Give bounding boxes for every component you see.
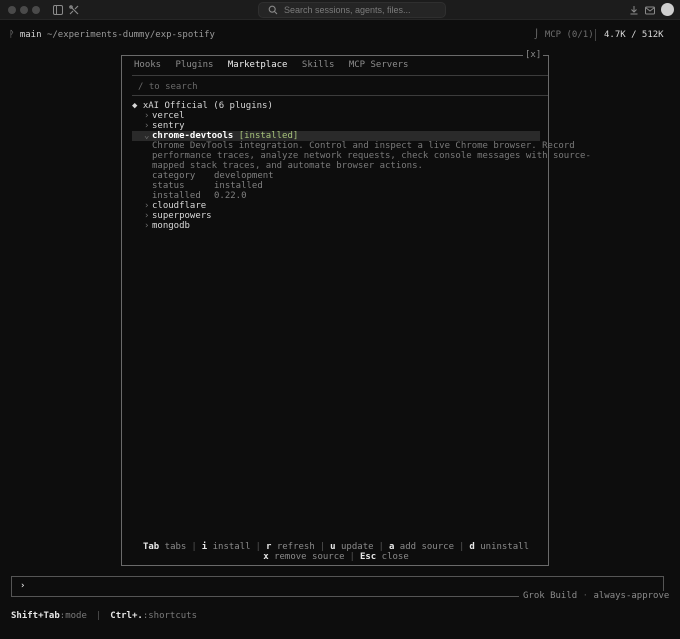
- plugin-name: sentry: [152, 121, 185, 131]
- shortcut-key: a: [388, 542, 395, 552]
- plugin-item-chrome-devtools[interactable]: ⌄ chrome-devtools [installed]: [132, 131, 540, 141]
- plugin-description: mapped stack traces, and automate browse…: [152, 161, 423, 171]
- plugin-item-cloudflare[interactable]: › cloudflare: [132, 201, 540, 211]
- shortcut-label: install: [212, 542, 251, 552]
- approval-mode: always-approve: [593, 591, 670, 601]
- detail-key: category: [152, 171, 196, 181]
- tools-icon[interactable]: [68, 4, 80, 16]
- shortcut-key: u: [330, 542, 336, 552]
- plugin-item-vercel[interactable]: › vercel: [132, 111, 540, 121]
- project-path: ~/experiments-dummy/exp-spotify: [46, 30, 215, 40]
- shortcut-label: uninstall: [480, 542, 530, 552]
- window-titlebar: Search sessions, agents, files...: [0, 0, 680, 20]
- shortcut-row: x remove source | Esc close: [263, 552, 409, 562]
- plugin-description: Chrome DevTools integration. Control and…: [152, 141, 575, 151]
- plugin-detail-status: status installed: [132, 181, 540, 191]
- shortcut-label: remove source: [274, 552, 345, 562]
- plugin-group-header[interactable]: ◆ xAI Official (6 plugins): [132, 101, 540, 111]
- tab-marketplace[interactable]: Marketplace: [228, 60, 288, 70]
- search-filter-input[interactable]: / to search: [138, 82, 198, 92]
- detail-value: installed: [214, 181, 263, 191]
- search-sessions-input[interactable]: Search sessions, agents, files...: [258, 2, 446, 18]
- tab-skills[interactable]: Skills: [302, 60, 335, 70]
- search-icon: [268, 5, 278, 15]
- shortcut-key: x: [263, 552, 269, 562]
- plugin-item-mongodb[interactable]: › mongodb: [132, 221, 540, 231]
- sidebar-toggle-icon[interactable]: [52, 4, 64, 16]
- plugin-name: mongodb: [152, 221, 190, 231]
- inbox-icon[interactable]: [644, 4, 656, 16]
- plugin-list: ◆ xAI Official (6 plugins) › vercel › sent…: [132, 101, 591, 231]
- filter-divider: [132, 95, 548, 96]
- git-branch-icon: ᚹ: [9, 30, 15, 40]
- shortcut-label: refresh: [276, 542, 315, 552]
- shortcut-label: close: [381, 552, 409, 562]
- shortcut-row: Tab tabs | i install | r refresh | u update | a …: [142, 542, 530, 552]
- minimize-window-dot[interactable]: [20, 6, 28, 14]
- detail-key: installed: [152, 191, 201, 201]
- zoom-window-dot[interactable]: [32, 6, 40, 14]
- detail-value: 0.22.0: [214, 191, 247, 201]
- chevron-down-icon: ⌄: [144, 131, 150, 141]
- download-icon[interactable]: [628, 4, 640, 16]
- shortcuts-label: :shortcuts: [142, 611, 197, 621]
- chevron-right-icon: ›: [144, 121, 150, 131]
- plugin-name: vercel: [152, 111, 185, 121]
- shortcut-label: tabs: [164, 542, 187, 552]
- diamond-icon: ◆: [132, 101, 138, 111]
- shortcut-key: Esc: [359, 552, 377, 562]
- prompt-caret-icon: ›: [20, 581, 26, 591]
- shortcut-label: update: [341, 542, 374, 552]
- plugin-item-superpowers[interactable]: › superpowers: [132, 211, 540, 221]
- mcp-icon: ⌡: [534, 30, 540, 40]
- avatar[interactable]: [661, 3, 674, 16]
- mode-label: :mode: [59, 611, 87, 621]
- token-usage: 4.7K / 512K: [604, 30, 664, 40]
- installed-badge: [installed]: [238, 131, 299, 141]
- branch-name: main: [19, 30, 42, 40]
- plugin-name: cloudflare: [152, 201, 207, 211]
- shortcut-key: i: [201, 542, 208, 552]
- build-separator: ·: [582, 591, 589, 601]
- shortcuts-key: Ctrl+.: [110, 611, 143, 621]
- chevron-right-icon: ›: [144, 221, 150, 231]
- detail-key: status: [152, 181, 185, 191]
- search-placeholder: Search sessions, agents, files...: [284, 5, 411, 15]
- plugin-name: superpowers: [152, 211, 212, 221]
- tabs-divider: [132, 75, 548, 76]
- plugins-modal: Hooks Plugins Marketplace Skills MCP Ser…: [121, 55, 591, 566]
- mcp-count: MCP (0/1): [544, 30, 594, 40]
- plugin-detail-installed: installed 0.22.0: [132, 191, 540, 201]
- detail-value: development: [214, 171, 274, 181]
- tab-hooks[interactable]: Hooks: [134, 60, 161, 70]
- build-mode-label: Grok Build · always-approve: [519, 591, 674, 601]
- branch-status: ᚹ main ~/experiments-dummy/exp-spotify: [9, 30, 215, 40]
- build-name: Grok Build: [523, 591, 578, 601]
- chevron-right-icon: ›: [144, 211, 150, 221]
- status-divider: [595, 29, 596, 41]
- plugin-item-sentry[interactable]: › sentry: [132, 121, 540, 131]
- close-window-dot[interactable]: [8, 6, 16, 14]
- modal-close-button[interactable]: [x]: [523, 50, 544, 60]
- shortcut-key: r: [265, 542, 272, 552]
- plugin-description: performance traces, analyze network requ…: [152, 151, 591, 161]
- shortcut-key: Tab: [142, 542, 160, 552]
- group-label: xAI Official (6 plugins): [142, 101, 273, 111]
- modal-tabs: Hooks Plugins Marketplace Skills MCP Ser…: [134, 60, 417, 72]
- plugin-name: chrome-devtools: [152, 131, 234, 141]
- shortcut-footer: Tab tabs | i install | r refresh | u update | a …: [122, 542, 550, 562]
- shortcut-key: d: [469, 542, 475, 552]
- chevron-right-icon: ›: [144, 111, 150, 121]
- tab-mcp-servers[interactable]: MCP Servers: [349, 60, 409, 70]
- shortcut-label: add source: [399, 542, 454, 552]
- chevron-right-icon: ›: [144, 201, 150, 211]
- mode-key: Shift+Tab: [11, 611, 60, 621]
- bottom-hints: Shift+Tab:mode | Ctrl+.:shortcuts: [11, 611, 197, 621]
- tab-plugins[interactable]: Plugins: [176, 60, 214, 70]
- mcp-status[interactable]: ⌡ MCP (0/1): [534, 30, 594, 40]
- plugin-detail-category: category development: [132, 171, 540, 181]
